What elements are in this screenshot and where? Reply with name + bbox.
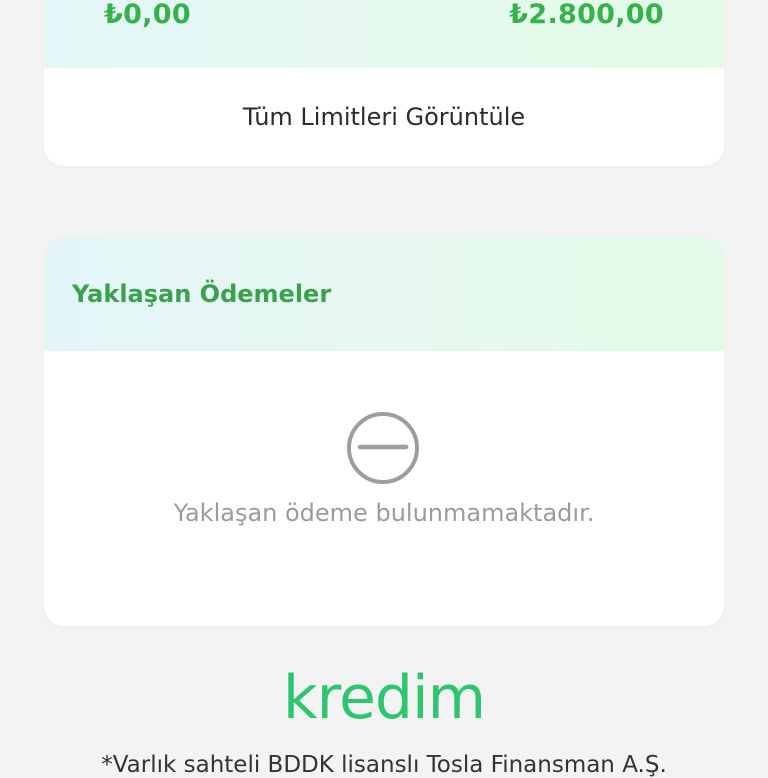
empty-state: Yaklaşan ödeme bulunmamaktadır. <box>44 351 724 626</box>
kredim-logo: kredim <box>282 663 486 733</box>
upcoming-payments-title: Yaklaşan Ödemeler <box>72 280 332 308</box>
empty-state-text: Yaklaşan ödeme bulunmamaktadır. <box>173 499 595 527</box>
legal-footer-text: *Varlık sahteli BDDK lisanslı Tosla Fina… <box>101 752 667 778</box>
limits-card: ₺0,00 ₺2.800,00 Tüm Limitleri Görüntüle <box>44 0 724 166</box>
upcoming-payments-card: Yaklaşan Ödemeler Yaklaşan ödeme bulunma… <box>44 237 724 626</box>
upcoming-payments-header: Yaklaşan Ödemeler <box>44 237 724 351</box>
used-limit-amount: ₺0,00 <box>104 0 191 30</box>
minus-circle-icon <box>347 412 419 484</box>
total-limit-amount: ₺2.800,00 <box>509 0 664 30</box>
limits-header: ₺0,00 ₺2.800,00 <box>44 0 724 68</box>
view-all-limits-button[interactable]: Tüm Limitleri Görüntüle <box>44 68 724 166</box>
